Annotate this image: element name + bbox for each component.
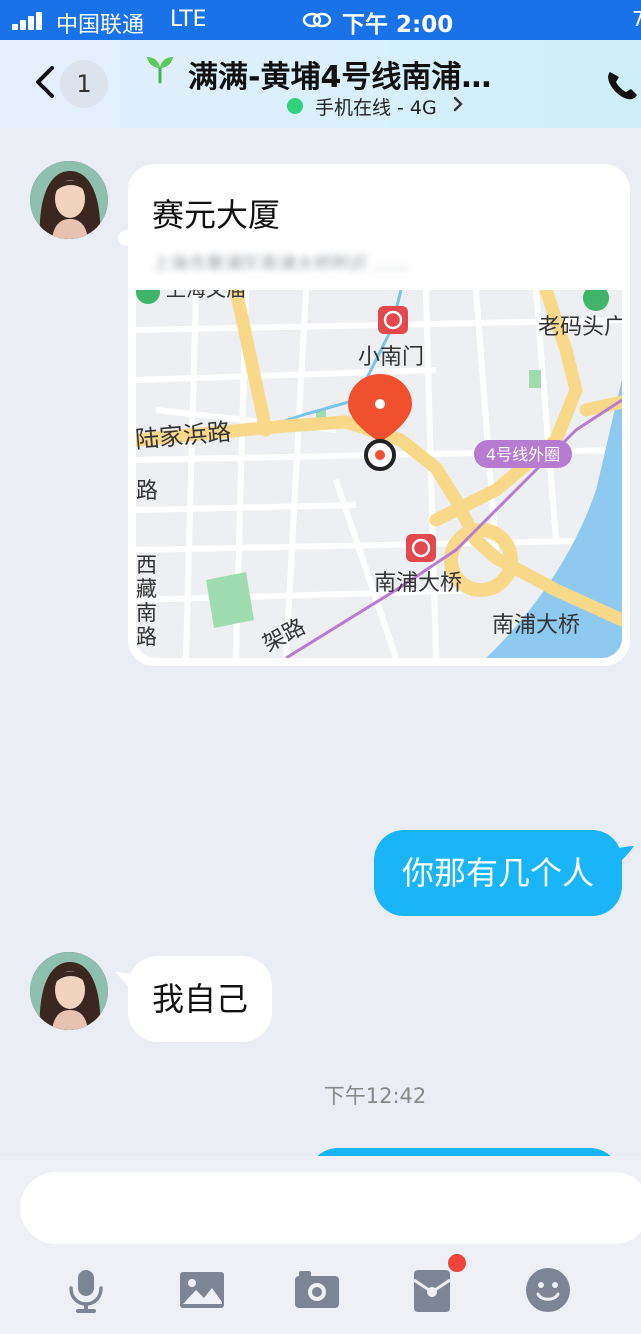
hotspot-link-icon xyxy=(302,12,332,28)
red-packet-icon[interactable] xyxy=(408,1266,456,1314)
metro-station-icon xyxy=(406,534,436,562)
map-label: 上海文庙 xyxy=(166,290,246,301)
microphone-icon[interactable] xyxy=(62,1266,110,1314)
contact-avatar[interactable] xyxy=(30,952,108,1030)
input-area xyxy=(0,1156,641,1334)
map-label-vertical: 西藏南路 xyxy=(136,553,157,649)
metro-station-icon xyxy=(378,306,408,334)
map-label: 南浦大桥 xyxy=(374,571,462,596)
location-name: 赛元大厦 xyxy=(152,196,281,234)
location-message-card[interactable]: 赛元大厦 上海市黄浦区南浦大桥附近 …… 小南门 老码头广 陆家浜路 路 南浦大… xyxy=(128,164,630,666)
status-bar: 中国联通 LTE 下午 2:00 7 xyxy=(0,0,641,40)
status-time: 下午 2:00 xyxy=(342,12,454,38)
network-type: LTE xyxy=(170,7,207,32)
phone-call-icon[interactable] xyxy=(604,68,641,102)
status-edge-text: 7 xyxy=(632,7,641,31)
map-label: 南浦大桥 xyxy=(492,613,580,638)
back-arrow-icon[interactable] xyxy=(30,62,60,102)
outgoing-message-bubble[interactable]: 你那有几个人 xyxy=(374,830,622,916)
message-timestamp: 下午12:42 xyxy=(323,1084,427,1108)
emoji-icon[interactable] xyxy=(524,1266,572,1314)
chevron-right-icon[interactable] xyxy=(452,95,464,113)
bubble-tail xyxy=(604,846,634,870)
metro-line-badge: 4号线外圈 xyxy=(486,445,560,464)
message-input[interactable] xyxy=(20,1172,641,1244)
sprout-icon xyxy=(147,57,173,84)
signal-strength-icon xyxy=(12,12,46,30)
location-address: 上海市黄浦区南浦大桥附近 …… xyxy=(152,254,410,270)
unread-count-badge[interactable]: 1 xyxy=(60,60,108,108)
map-label: 老码头广 xyxy=(538,315,622,340)
camera-icon[interactable] xyxy=(293,1266,341,1314)
svg-text:西藏南路: 西藏南路 xyxy=(136,553,157,649)
notification-dot xyxy=(448,1254,466,1272)
carrier-name: 中国联通 xyxy=(56,13,145,38)
location-map[interactable]: 上海文庙 小南门 老码头广 陆家浜路 路 南浦大桥 南浦大桥 架路 西藏南路 4… xyxy=(136,290,622,658)
contact-avatar[interactable] xyxy=(30,161,108,239)
chat-header: 1 满满-黄埔4号线南浦… 手机在线 - 4G xyxy=(0,40,641,128)
incoming-message-bubble[interactable]: 我自己 xyxy=(128,956,272,1042)
online-status-text[interactable]: 手机在线 - 4G xyxy=(315,93,437,120)
image-icon[interactable] xyxy=(178,1266,226,1314)
online-status-dot xyxy=(287,98,303,114)
map-label: 小南门 xyxy=(358,345,424,370)
chat-title[interactable]: 满满-黄埔4号线南浦… xyxy=(188,52,588,96)
map-label: 路 xyxy=(136,479,158,504)
